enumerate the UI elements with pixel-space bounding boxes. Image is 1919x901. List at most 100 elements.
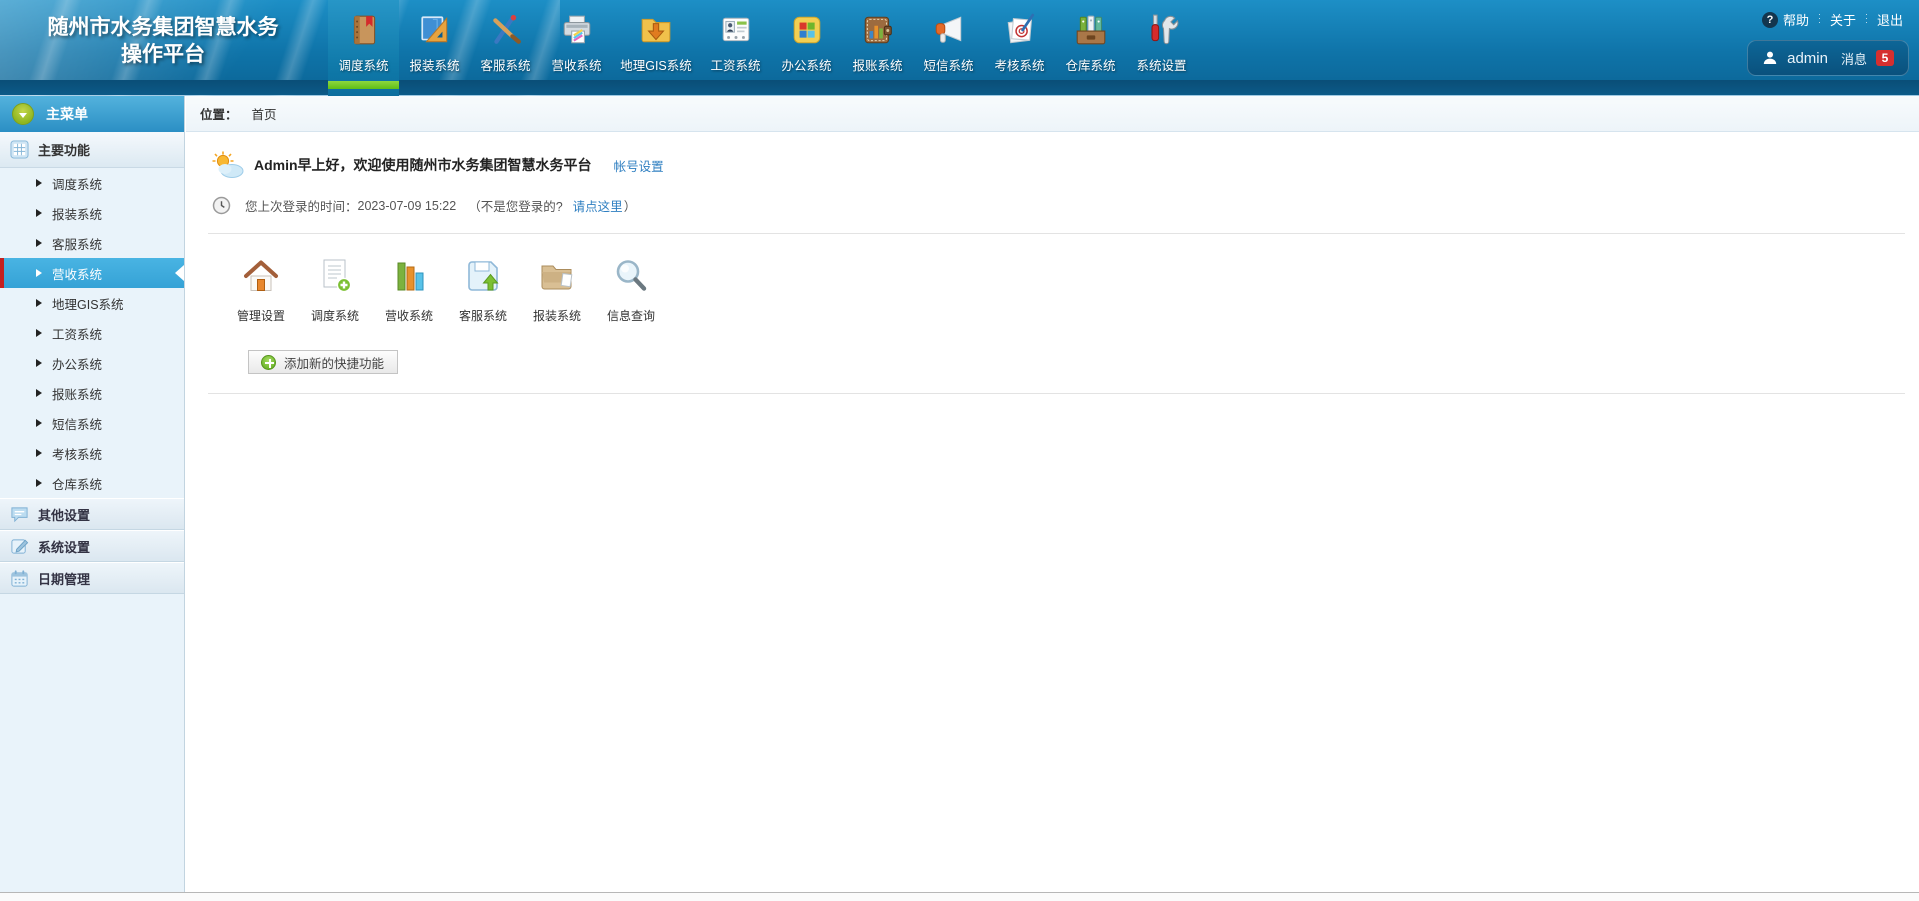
last-login-note: （不是您登录的? bbox=[468, 196, 562, 215]
nav-tab-gis[interactable]: 地理GIS系统 bbox=[612, 0, 700, 96]
nav-tab-accounting[interactable]: 报账系统 bbox=[842, 0, 913, 96]
shortcut-customer-service[interactable]: 客服系统 bbox=[446, 256, 520, 324]
nav-tab-warehouse[interactable]: 仓库系统 bbox=[1055, 0, 1126, 96]
sidebar: 主菜单 主要功能 调度系统 报装系统 客服系统 营收系统 地理GIS系统 工资系… bbox=[0, 96, 185, 892]
pen-paper-icon bbox=[1003, 9, 1037, 51]
sidebar-item-office[interactable]: 办公系统 bbox=[0, 348, 184, 378]
sidebar-section-main-functions[interactable]: 主要功能 bbox=[0, 132, 184, 168]
edit-icon bbox=[10, 537, 29, 556]
floppy-upload-icon bbox=[463, 256, 503, 301]
shortcut-label: 调度系统 bbox=[311, 307, 359, 324]
add-shortcut-label: 添加新的快捷功能 bbox=[284, 353, 384, 372]
shortcut-dispatch[interactable]: 调度系统 bbox=[298, 256, 372, 324]
user-panel: admin 消息 5 bbox=[1747, 40, 1909, 76]
nav-tab-office[interactable]: 办公系统 bbox=[771, 0, 842, 96]
sidebar-title-bar[interactable]: 主菜单 bbox=[0, 96, 184, 132]
sidebar-section-system-settings[interactable]: 系统设置 bbox=[0, 530, 184, 562]
item-label: 报装系统 bbox=[52, 204, 102, 223]
nav-tab-system-settings[interactable]: 系统设置 bbox=[1126, 0, 1197, 96]
sidebar-item-sms[interactable]: 短信系统 bbox=[0, 408, 184, 438]
sidebar-item-customer-service[interactable]: 客服系统 bbox=[0, 228, 184, 258]
item-label: 短信系统 bbox=[52, 414, 102, 433]
breadcrumb: 位置： 首页 bbox=[186, 96, 1919, 132]
message-count-badge[interactable]: 5 bbox=[1876, 50, 1894, 66]
content-divider bbox=[208, 233, 1905, 234]
app-logo: 随州市水务集团智慧水务 操作平台 bbox=[8, 14, 318, 68]
sidebar-menu: 调度系统 报装系统 客服系统 营收系统 地理GIS系统 工资系统 办公系统 报账… bbox=[0, 168, 184, 498]
item-label: 客服系统 bbox=[52, 234, 102, 253]
nav-tab-installation[interactable]: 报装系统 bbox=[399, 0, 470, 96]
item-label: 地理GIS系统 bbox=[52, 294, 124, 313]
app-title-line1: 随州市水务集团智慧水务 bbox=[8, 14, 318, 41]
not-you-link[interactable]: 请点这里 bbox=[573, 196, 623, 215]
nav-tab-sms[interactable]: 短信系统 bbox=[913, 0, 984, 96]
shortcut-admin-settings[interactable]: 管理设置 bbox=[224, 256, 298, 324]
logout-label: 退出 bbox=[1877, 10, 1903, 29]
item-label: 调度系统 bbox=[52, 174, 102, 193]
sidebar-item-warehouse[interactable]: 仓库系统 bbox=[0, 468, 184, 498]
nav-tab-label: 客服系统 bbox=[480, 55, 530, 74]
nav-tab-label: 考核系统 bbox=[994, 55, 1044, 74]
nav-tab-label: 办公系统 bbox=[781, 55, 831, 74]
sidebar-item-assessment[interactable]: 考核系统 bbox=[0, 438, 184, 468]
shortcut-label: 客服系统 bbox=[459, 307, 507, 324]
printer-icon bbox=[560, 9, 594, 51]
sidebar-item-payroll[interactable]: 工资系统 bbox=[0, 318, 184, 348]
about-label: 关于 bbox=[1830, 10, 1856, 29]
shortcut-label: 营收系统 bbox=[385, 307, 433, 324]
shortcuts-row: 管理设置 调度系统 营收系统 客服系统 报装系统 bbox=[224, 256, 1919, 324]
section-label: 系统设置 bbox=[38, 537, 90, 556]
menu-collapse-icon[interactable] bbox=[12, 103, 34, 125]
wallet-chart-icon bbox=[861, 9, 895, 51]
section-label: 其他设置 bbox=[38, 505, 90, 524]
sidebar-item-gis[interactable]: 地理GIS系统 bbox=[0, 288, 184, 318]
nav-tab-revenue[interactable]: 营收系统 bbox=[541, 0, 612, 96]
nav-tab-label: 系统设置 bbox=[1136, 55, 1186, 74]
breadcrumb-current-page[interactable]: 首页 bbox=[252, 104, 277, 123]
horizontal-scrollbar-track[interactable] bbox=[0, 892, 1919, 901]
sidebar-section-date-management[interactable]: 日期管理 bbox=[0, 562, 184, 594]
pencil-brush-icon bbox=[489, 9, 523, 51]
folder-download-icon bbox=[639, 9, 673, 51]
nav-tab-customer-service[interactable]: 客服系统 bbox=[470, 0, 541, 96]
magnifier-icon bbox=[611, 256, 651, 301]
header-links: ? 帮助 关于 退出 bbox=[1762, 10, 1903, 29]
logout-link[interactable]: 退出 bbox=[1877, 10, 1903, 29]
nav-tab-label: 短信系统 bbox=[923, 55, 973, 74]
sidebar-item-revenue[interactable]: 营收系统 bbox=[0, 258, 184, 288]
app-header: 随州市水务集团智慧水务 操作平台 调度系统 报装系统 客服系统 营收系统 bbox=[0, 0, 1919, 96]
nav-tab-assessment[interactable]: 考核系统 bbox=[984, 0, 1055, 96]
about-link[interactable]: 关于 bbox=[1830, 10, 1856, 29]
item-label: 考核系统 bbox=[52, 444, 102, 463]
sidebar-item-installation[interactable]: 报装系统 bbox=[0, 198, 184, 228]
main-content: 位置： 首页 Admin早上好，欢迎使用随州市水务集团智慧水务平台 帐号设置 您… bbox=[186, 96, 1919, 892]
nav-tab-payroll[interactable]: 工资系统 bbox=[700, 0, 771, 96]
username[interactable]: admin bbox=[1787, 50, 1828, 67]
nav-tab-dispatch[interactable]: 调度系统 bbox=[328, 0, 399, 96]
account-settings-link[interactable]: 帐号设置 bbox=[614, 156, 664, 175]
welcome-greeting: Admin早上好，欢迎使用随州市水务集团智慧水务平台 bbox=[254, 155, 592, 175]
shortcut-revenue[interactable]: 营收系统 bbox=[372, 256, 446, 324]
shortcut-info-query[interactable]: 信息查询 bbox=[594, 256, 668, 324]
messages-link[interactable]: 消息 bbox=[1841, 49, 1867, 68]
nav-tab-label: 调度系统 bbox=[338, 55, 388, 74]
link-separator bbox=[1866, 14, 1867, 26]
sidebar-item-accounting[interactable]: 报账系统 bbox=[0, 378, 184, 408]
sidebar-section-other-settings[interactable]: 其他设置 bbox=[0, 498, 184, 530]
megaphone-icon bbox=[932, 9, 966, 51]
house-icon bbox=[241, 256, 281, 301]
add-shortcut-button[interactable]: 添加新的快捷功能 bbox=[248, 350, 398, 374]
sidebar-title: 主菜单 bbox=[46, 104, 88, 124]
shortcut-label: 管理设置 bbox=[237, 307, 285, 324]
last-login-row: 您上次登录的时间： 2023-07-09 15:22 （不是您登录的? 请点这里… bbox=[212, 196, 1919, 215]
app-title-line2: 操作平台 bbox=[8, 41, 318, 68]
sidebar-item-dispatch[interactable]: 调度系统 bbox=[0, 168, 184, 198]
shortcut-installation[interactable]: 报装系统 bbox=[520, 256, 594, 324]
user-icon bbox=[1762, 50, 1778, 66]
item-label: 办公系统 bbox=[52, 354, 102, 373]
top-nav: 调度系统 报装系统 客服系统 营收系统 地理GIS系统 bbox=[328, 0, 1197, 96]
shortcut-label: 信息查询 bbox=[607, 307, 655, 324]
nav-tab-label: 工资系统 bbox=[710, 55, 760, 74]
item-label: 工资系统 bbox=[52, 324, 102, 343]
help-link[interactable]: ? 帮助 bbox=[1762, 10, 1809, 29]
